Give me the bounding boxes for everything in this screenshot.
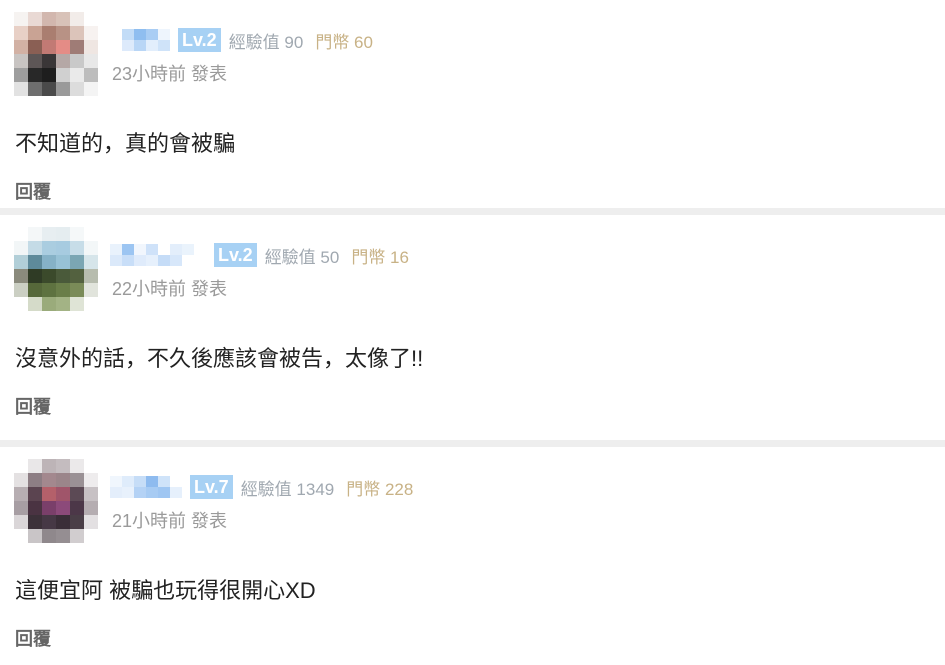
author-row: Lv.2 經驗值 90 門幣 60 <box>110 24 373 56</box>
comment-text: 這便宜阿 被騙也玩得很開心XD <box>15 578 316 603</box>
coin-count: 門幣 60 <box>315 32 373 52</box>
comment-text: 沒意外的話，不久後應該會被告，太像了!! <box>15 346 424 371</box>
author-row: Lv.2 經驗值 50 門幣 16 <box>110 239 409 271</box>
experience-points: 經驗值 1349 <box>240 479 335 499</box>
avatar[interactable] <box>14 227 98 311</box>
username-pixelated[interactable] <box>110 29 170 51</box>
post-time: 21小時前 發表 <box>112 511 228 531</box>
reply-button[interactable]: 回覆 <box>15 393 51 419</box>
reply-button[interactable]: 回覆 <box>15 625 51 651</box>
username-pixelated[interactable] <box>110 476 182 498</box>
comment-item: Lv.7 經驗值 1349 門幣 228 21小時前 發表 這便宜阿 被騙也玩得… <box>0 447 945 665</box>
avatar[interactable] <box>14 459 98 543</box>
level-badge: Lv.2 <box>178 28 221 52</box>
coin-count: 門幣 228 <box>346 479 414 499</box>
experience-points: 經驗值 50 <box>264 247 340 267</box>
avatar[interactable] <box>14 12 98 96</box>
comment-text: 不知道的，真的會被騙 <box>15 131 236 156</box>
comment-item: Lv.2 經驗值 50 門幣 16 22小時前 發表 沒意外的話，不久後應該會被… <box>0 215 945 447</box>
level-badge: Lv.7 <box>190 475 233 499</box>
comment-list: Lv.2 經驗值 90 門幣 60 23小時前 發表 不知道的，真的會被騙 回覆 <box>0 0 945 665</box>
reply-button[interactable]: 回覆 <box>15 178 51 204</box>
comment-item: Lv.2 經驗值 90 門幣 60 23小時前 發表 不知道的，真的會被騙 回覆 <box>0 0 945 215</box>
experience-points: 經驗值 90 <box>228 32 304 52</box>
author-row: Lv.7 經驗值 1349 門幣 228 <box>110 471 413 503</box>
username-pixelated[interactable] <box>110 244 206 266</box>
post-time: 23小時前 發表 <box>112 64 228 84</box>
level-badge: Lv.2 <box>214 243 257 267</box>
coin-count: 門幣 16 <box>351 247 409 267</box>
post-time: 22小時前 發表 <box>112 279 228 299</box>
